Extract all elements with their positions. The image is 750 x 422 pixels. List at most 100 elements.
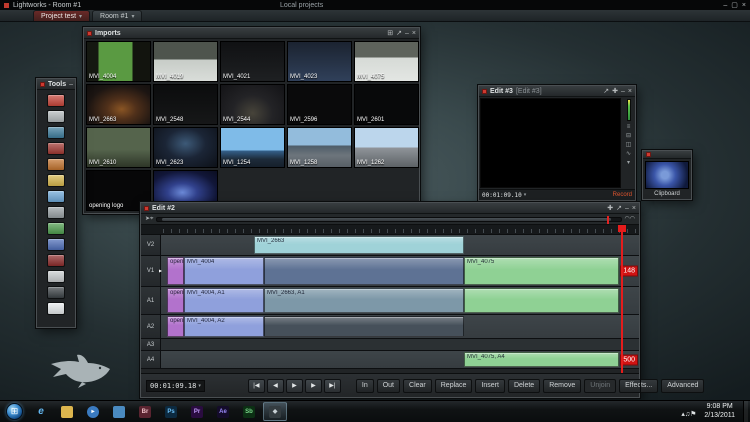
- playhead[interactable]: [621, 225, 623, 373]
- effects-button[interactable]: Effects...: [619, 379, 658, 393]
- expand-icon[interactable]: ↗: [616, 205, 622, 212]
- edit3-titlebar[interactable]: Edit #3 [Edit #3] ↗✚–×: [479, 86, 635, 97]
- timeline-clip[interactable]: [264, 257, 464, 285]
- expand-icon[interactable]: ↗: [396, 30, 402, 37]
- timeline-timecode-box[interactable]: 00:01:09.18 ▾: [146, 380, 205, 392]
- timeline-clip[interactable]: opening: [167, 316, 184, 337]
- options-icon[interactable]: ▾: [627, 160, 630, 166]
- taskbar-premiere-icon[interactable]: Pr: [185, 402, 209, 421]
- tab-room-1[interactable]: Room #1▾: [92, 10, 142, 21]
- mark-icon[interactable]: ⊟: [626, 133, 631, 139]
- timeline-clip[interactable]: MVI_2663, A1: [264, 288, 464, 313]
- timeline-clip[interactable]: MVI_4075, A4: [464, 352, 619, 367]
- audio-wave-icon[interactable]: ∿: [626, 151, 631, 157]
- minimize-icon[interactable]: –: [625, 205, 629, 212]
- track-header-v1[interactable]: V1▸: [141, 256, 161, 286]
- taskbar-photoshop-icon[interactable]: Ps: [159, 402, 183, 421]
- clipboard-thumbnail[interactable]: [645, 161, 689, 189]
- imports-titlebar[interactable]: Imports ⊞↗–×: [84, 28, 419, 39]
- taskbar-media-player-icon[interactable]: ▸: [81, 402, 105, 421]
- remove-button[interactable]: Remove: [543, 379, 581, 393]
- timeline-clip[interactable]: MVI_4004: [184, 257, 264, 285]
- taskbar-internet-explorer-icon[interactable]: e: [29, 402, 53, 421]
- minimize-icon[interactable]: –: [405, 30, 409, 37]
- timeline-clip[interactable]: [264, 316, 464, 337]
- taskbar-lightworks-icon[interactable]: ◆: [263, 402, 287, 421]
- timeline-scrollbar[interactable]: [156, 217, 621, 222]
- timeline-clip[interactable]: opening: [167, 288, 184, 313]
- go-to-end-button[interactable]: ▶|: [324, 379, 341, 393]
- import-thumbnail[interactable]: MVI_2623: [153, 127, 218, 168]
- track-header-a4[interactable]: A4: [141, 351, 161, 368]
- timeline-scrollbar-thumb[interactable]: [162, 218, 611, 221]
- track-header-a3[interactable]: A3: [141, 339, 161, 350]
- play-tool-icon[interactable]: [47, 238, 65, 251]
- taskbar-clock[interactable]: 9:08 PM 2/13/2011: [700, 403, 739, 419]
- import-thumbnail[interactable]: MVI_2663: [86, 84, 151, 125]
- import-thumbnail[interactable]: MVI_1262: [354, 127, 419, 168]
- unjoin-button[interactable]: Unjoin: [584, 379, 616, 393]
- import-thumbnail[interactable]: MVI_1254: [220, 127, 285, 168]
- app-titlebar[interactable]: Lightworks - Room #1 Local projects –▢×: [0, 0, 750, 10]
- timeline-clip[interactable]: [464, 288, 619, 313]
- taskbar-after-effects-icon[interactable]: Ae: [211, 402, 235, 421]
- mixer-tool-icon[interactable]: [47, 206, 65, 219]
- import-thumbnail[interactable]: MVI_4021: [220, 41, 285, 82]
- timeline-clip[interactable]: MVI_4075: [464, 257, 619, 285]
- track-header-a2[interactable]: A2: [141, 315, 161, 338]
- close-icon[interactable]: ×: [742, 2, 746, 9]
- show-desktop-button[interactable]: [743, 401, 748, 422]
- trim-tool-icon[interactable]: [47, 142, 65, 155]
- track-header-a1[interactable]: A1: [141, 287, 161, 314]
- close-icon[interactable]: ×: [628, 88, 632, 95]
- split-view-icon[interactable]: ◫: [626, 142, 632, 148]
- edit3-timecode[interactable]: 00:01:09.10: [482, 192, 522, 199]
- step-back-button[interactable]: ◀: [267, 379, 284, 393]
- minimize-icon[interactable]: –: [621, 88, 625, 95]
- import-thumbnail[interactable]: MVI_2610: [86, 127, 151, 168]
- import-tool-icon[interactable]: [47, 302, 65, 315]
- out-button[interactable]: Out: [377, 379, 400, 393]
- timeline-ruler[interactable]: [141, 225, 639, 235]
- pin-icon[interactable]: ✚: [612, 88, 618, 95]
- view-grid-icon[interactable]: ⊞: [387, 30, 393, 37]
- menu-icon[interactable]: ≡: [627, 124, 631, 130]
- target-tool-icon[interactable]: ⌖: [150, 216, 153, 222]
- timeline-clip[interactable]: opening: [167, 257, 184, 285]
- taskbar-soundbooth-icon[interactable]: Sb: [237, 402, 261, 421]
- bins-tool-icon[interactable]: [47, 126, 65, 139]
- start-button[interactable]: ⊞: [6, 403, 23, 420]
- timeline-clip[interactable]: MVI_2663: [254, 236, 464, 254]
- folder-tool-icon[interactable]: [47, 174, 65, 187]
- insert-button[interactable]: Insert: [475, 379, 505, 393]
- import-thumbnail[interactable]: MVI_2596: [287, 84, 352, 125]
- clipboard-titlebar[interactable]: [643, 151, 691, 159]
- record-tool-icon[interactable]: [47, 94, 65, 107]
- minimize-icon[interactable]: –: [69, 81, 73, 88]
- effects-tool-icon[interactable]: [47, 158, 65, 171]
- track-lane-a2[interactable]: openingMVI_4004, A2: [161, 315, 639, 338]
- keyboard-tool-icon[interactable]: [47, 270, 65, 283]
- import-thumbnail[interactable]: MVI_4075: [354, 41, 419, 82]
- action-center-flag-icon[interactable]: ⚑: [690, 411, 696, 418]
- in-button[interactable]: In: [356, 379, 374, 393]
- timeline-clip[interactable]: MVI_4004, A2: [184, 316, 264, 337]
- track-lane-v2[interactable]: MVI_2663: [161, 235, 639, 255]
- taskbar-adobe-bridge-icon[interactable]: Br: [133, 402, 157, 421]
- taskbar-photo-viewer-icon[interactable]: [107, 402, 131, 421]
- minimize-icon[interactable]: –: [723, 2, 727, 9]
- delete-button[interactable]: Delete: [508, 379, 540, 393]
- go-to-start-button[interactable]: |◀: [248, 379, 265, 393]
- import-thumbnail[interactable]: MVI_4023: [287, 41, 352, 82]
- close-icon[interactable]: ×: [632, 205, 636, 212]
- track-lane-a3[interactable]: [161, 339, 639, 350]
- tab-project-test[interactable]: Project test▾: [33, 10, 90, 21]
- step-forward-button[interactable]: ▶: [305, 379, 322, 393]
- import-thumbnail[interactable]: MVI_2544: [220, 84, 285, 125]
- tools-titlebar[interactable]: Tools –: [37, 79, 75, 90]
- edit2-titlebar[interactable]: Edit #2 ✚↗–×: [141, 203, 639, 214]
- import-thumbnail[interactable]: MVI_1258: [287, 127, 352, 168]
- expand-icon[interactable]: ↗: [603, 88, 609, 95]
- track-lane-a4[interactable]: MVI_4075, A4500: [161, 351, 639, 368]
- import-thumbnail[interactable]: MVI_2548: [153, 84, 218, 125]
